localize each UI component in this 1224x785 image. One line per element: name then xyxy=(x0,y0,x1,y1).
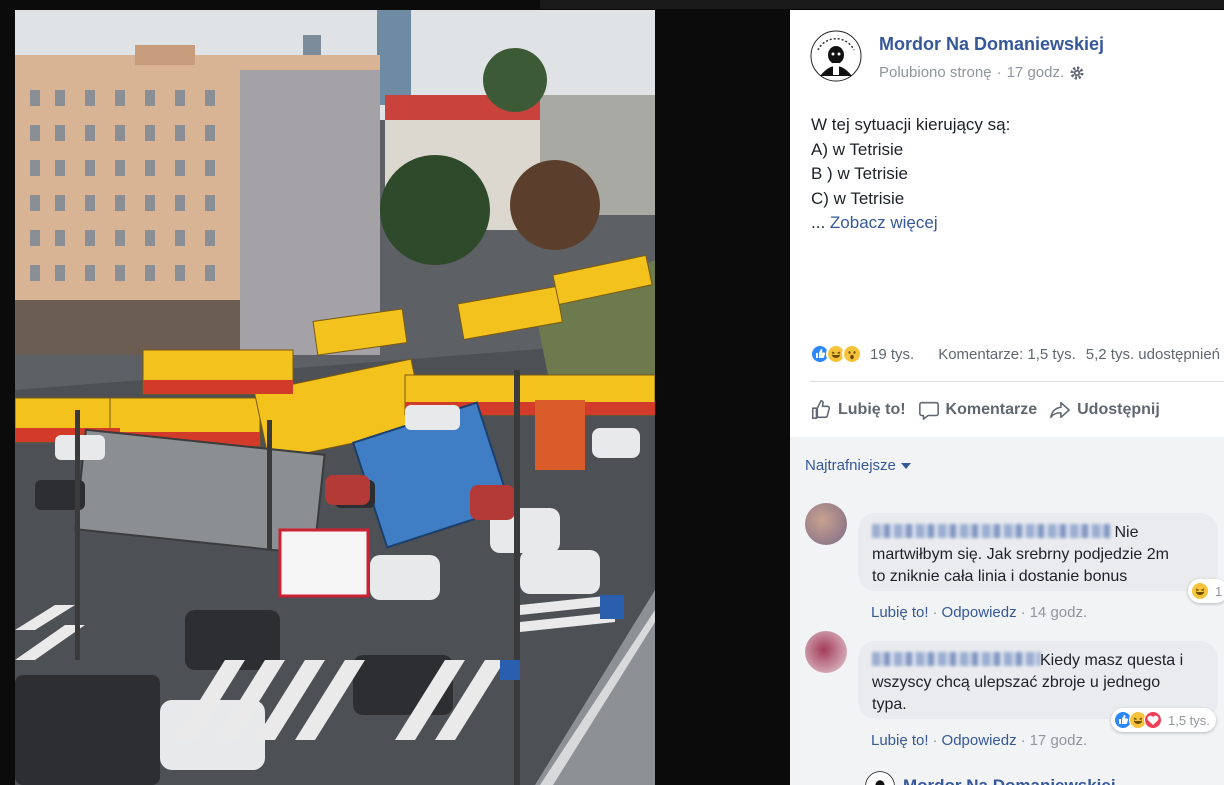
post-actions: Lubię to! Komentarze Udostępnij xyxy=(810,394,1224,426)
thumb-up-icon xyxy=(811,400,831,420)
share-label: Udostępnij xyxy=(1077,401,1160,418)
liked-status[interactable]: Polubiono stronę xyxy=(879,64,992,81)
comment-button[interactable]: Komentarze xyxy=(918,399,1038,421)
comment-actions: Lubię to! · Odpowiedz · 17 godz. xyxy=(871,732,1088,749)
post-meta: Polubiono stronę · 17 godz. xyxy=(879,64,1085,81)
see-more-row: ... Zobacz więcej xyxy=(811,211,1010,236)
post-line: A) w Tetrisie xyxy=(811,139,904,159)
like-label: Lubię to! xyxy=(838,401,906,418)
comment-text: martwiłbym się. Jak srebrny podjedzie 2m xyxy=(872,546,1169,563)
page-avatar[interactable] xyxy=(810,30,862,82)
comment-text: wszyscy chcą ulepszać zbroje u jednego xyxy=(872,674,1161,691)
share-button[interactable]: Udostępnij xyxy=(1049,399,1160,421)
post-time[interactable]: 17 godz. xyxy=(1007,64,1065,81)
commenter-avatar[interactable] xyxy=(805,631,847,673)
traffic-jam-photo xyxy=(15,10,655,785)
photo-viewer xyxy=(0,0,790,785)
comment-like-link[interactable]: Lubię to! xyxy=(871,732,929,749)
comment-reaction-count: 1,5 tys. xyxy=(1168,712,1210,728)
haha-reaction-icon xyxy=(1191,582,1209,600)
commenter-name-redacted[interactable] xyxy=(872,524,1110,538)
top-bar-strip xyxy=(540,0,1224,9)
reactions-count[interactable]: 19 tys. xyxy=(870,346,914,363)
see-more-link[interactable]: Zobacz więcej xyxy=(830,213,938,232)
commenter-avatar[interactable] xyxy=(805,503,847,545)
caret-down-icon xyxy=(900,462,911,469)
shares-count[interactable]: 5,2 tys. udostępnień xyxy=(1086,346,1220,363)
reply-avatar[interactable] xyxy=(865,771,895,785)
comment-time[interactable]: 14 godz. xyxy=(1030,604,1088,621)
wow-reaction-icon[interactable] xyxy=(842,344,862,364)
comment-reactions[interactable]: 1 xyxy=(1188,579,1224,603)
page-name-link[interactable]: Mordor Na Domaniewskiej xyxy=(879,34,1104,55)
comment-text: Nie xyxy=(1114,524,1139,541)
gear-icon[interactable] xyxy=(1069,65,1085,81)
comment-reaction-count: 1 xyxy=(1215,583,1223,599)
post-text: W tej sytuacji kierujący są: A) w Tetris… xyxy=(811,113,1010,236)
comment-reply-link[interactable]: Odpowiedz xyxy=(942,604,1017,621)
meta-separator: · xyxy=(996,64,1002,81)
comment-label: Komentarze xyxy=(945,401,1038,418)
post-line: B ) w Tetrisie xyxy=(811,164,908,183)
love-reaction-icon xyxy=(1144,711,1162,729)
comment-bubble: Nie martwiłbym się. Jak srebrny podjedzi… xyxy=(858,513,1218,591)
post-line: C) w Tetrisie xyxy=(811,188,905,208)
comment-text: to zniknie cała linia i dostanie bonus xyxy=(872,568,1128,585)
like-button[interactable]: Lubię to! xyxy=(810,399,906,421)
reactions-summary: 19 tys. Komentarze: 1,5 tys. 5,2 tys. ud… xyxy=(810,342,1224,366)
reply-author-link[interactable]: Mordor Na Domaniewskiej xyxy=(903,776,1116,785)
divider xyxy=(810,381,1224,382)
commenter-name-redacted[interactable] xyxy=(872,652,1040,666)
comment-reactions[interactable]: 1,5 tys. xyxy=(1111,708,1216,732)
comments-count[interactable]: Komentarze: 1,5 tys. xyxy=(938,346,1076,363)
comment-text: Kiedy masz questa i xyxy=(1040,652,1184,669)
comment-time[interactable]: 17 godz. xyxy=(1030,732,1088,749)
post-panel: Mordor Na Domaniewskiej Polubiono stronę… xyxy=(790,10,1224,785)
comment-reply-link[interactable]: Odpowiedz xyxy=(942,732,1017,749)
comment-icon xyxy=(918,401,939,420)
comment-like-link[interactable]: Lubię to! xyxy=(871,604,929,621)
share-icon xyxy=(1050,401,1071,419)
post-line: W tej sytuacji kierujący są: xyxy=(811,115,1011,134)
sort-label: Najtrafniejsze xyxy=(805,457,896,474)
comment-actions: Lubię to! · Odpowiedz · 14 godz. xyxy=(871,604,1088,621)
comment-sort-dropdown[interactable]: Najtrafniejsze xyxy=(805,457,911,474)
ellipsis: ... xyxy=(811,213,830,232)
page-reply: Mordor Na Domaniewskiej xyxy=(865,771,1116,785)
comments-section: Najtrafniejsze Nie martwiłbym się. Jak s… xyxy=(790,437,1224,785)
